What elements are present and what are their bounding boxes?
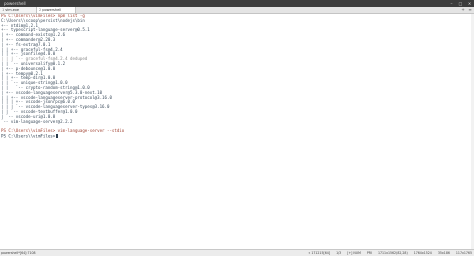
status-build: « 171215[64] — [308, 251, 331, 255]
prompt-line: PS C:\Users\\vimFiles> — [1, 134, 473, 139]
status-cursor: 35x186 — [437, 251, 450, 255]
window-titlebar: powershell – □ ✕ — [0, 0, 474, 7]
status-bar: powershell*[64]:7108 « 171215[64] 1/3 [+… — [0, 249, 474, 256]
menu-icon[interactable]: ≡ — [467, 7, 473, 13]
tab-vim[interactable]: 1vim.exe — [0, 7, 37, 13]
close-button[interactable]: ✕ — [465, 0, 474, 7]
status-console-index: 1/3 — [336, 251, 342, 255]
tab-bar: 1vim.exe 2powershell + ≡ — [0, 7, 474, 14]
status-dimensions: 117x1765 — [455, 251, 472, 255]
window-title: powershell — [4, 1, 26, 6]
text-cursor — [56, 133, 59, 138]
new-tab-icon[interactable]: + — [460, 7, 466, 13]
tab-label: powershell — [42, 8, 62, 12]
status-buffer-size: 1764x1524 — [413, 251, 432, 255]
tab-number: 1 — [2, 8, 5, 12]
minimize-button[interactable]: – — [447, 0, 456, 7]
status-priority: PRI — [366, 251, 372, 255]
console-line: PS C:\Users\\vimFiles> — [1, 133, 56, 139]
status-window-size: 1711x1562(82,28) — [377, 251, 408, 255]
console-output[interactable]: PS C:\Users\\vimFiles> npm list -g C:\Use… — [1, 14, 473, 250]
status-console-name: powershell*[64]:7108 — [1, 251, 36, 255]
tab-powershell[interactable]: 2powershell — [37, 7, 76, 13]
status-right-group: « 171215[64] 1/3 [+] NUM PRI 1711x1562(8… — [303, 250, 472, 256]
maximize-button[interactable]: □ — [456, 0, 465, 7]
status-keyboard: [+] NUM — [347, 251, 361, 255]
tab-number: 2 — [39, 8, 42, 12]
tab-label: vim.exe — [5, 8, 20, 12]
